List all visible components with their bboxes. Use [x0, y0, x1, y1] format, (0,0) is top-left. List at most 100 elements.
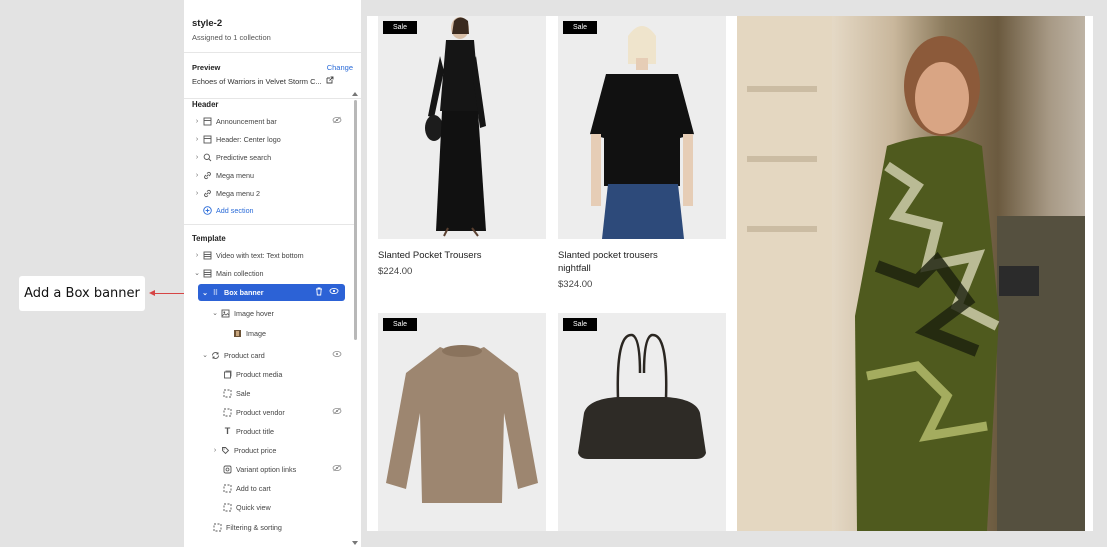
template-item-label: Quick view [236, 502, 271, 512]
template-item-sale[interactable]: Sale [184, 385, 354, 401]
eye-slash-icon[interactable] [332, 407, 342, 417]
callout-box: Add a Box banner [19, 276, 145, 311]
header-item-label: Header: Center logo [216, 134, 281, 144]
template-item-product-card[interactable]: ⌄ Product card [184, 347, 354, 363]
header-item-announcement-bar[interactable]: › Announcement bar [184, 113, 354, 129]
refresh-icon [210, 350, 221, 361]
chevron-right-icon[interactable]: › [192, 154, 202, 161]
chevron-down-icon[interactable]: ⌄ [210, 309, 220, 317]
leather-bag-image [578, 333, 706, 459]
preview-label: Preview [192, 63, 221, 72]
product-title[interactable]: Slanted Pocket Trousers [378, 249, 546, 262]
template-item-main-collection[interactable]: ⌄ Main collection [184, 265, 354, 281]
sale-badge: Sale [383, 21, 418, 34]
chevron-right-icon[interactable]: › [192, 190, 202, 197]
section-icon [202, 250, 213, 261]
product-card-image[interactable]: Sale [378, 313, 546, 531]
knit-sweater-image [386, 345, 538, 503]
header-item-label: Mega menu 2 [216, 188, 260, 198]
dashed-block-icon [222, 483, 233, 494]
chevron-down-icon[interactable]: ⌄ [192, 269, 202, 277]
header-item-label: Announcement bar [216, 116, 277, 126]
link-icon [202, 188, 213, 199]
template-item-quick-view[interactable]: Quick view [184, 499, 354, 515]
template-item-label: Product title [236, 426, 274, 436]
image-block-icon [220, 308, 231, 319]
eye-slash-icon[interactable] [332, 116, 342, 126]
template-item-label: Filtering & sorting [226, 522, 282, 532]
template-item-product-title[interactable]: T Product title [184, 423, 354, 439]
image-thumbnail-icon [232, 328, 243, 339]
template-item-label: Box banner [224, 288, 264, 297]
scroll-down-arrow-icon[interactable] [352, 541, 358, 545]
header-item-header-center-logo[interactable]: › Header: Center logo [184, 131, 354, 147]
template-item-label: Add to cart [236, 483, 271, 493]
chevron-right-icon[interactable]: › [192, 118, 202, 125]
product-price: $324.00 [558, 279, 593, 290]
product-price: $224.00 [378, 266, 413, 277]
sale-badge: Sale [383, 318, 418, 331]
add-section-button[interactable]: Add section [184, 202, 354, 218]
preview-change-link[interactable]: Change [327, 63, 353, 72]
storefront-preview: Sale Slanted Pocket Trousers $224.00 Sal… [367, 16, 1093, 531]
header-item-mega-menu-2[interactable]: › Mega menu 2 [184, 185, 354, 201]
model-black-outfit-image [425, 17, 486, 237]
header-section-heading: Header [192, 100, 219, 109]
trash-icon[interactable] [315, 287, 323, 298]
template-item-label: Variant option links [236, 464, 297, 474]
product-card-image[interactable]: Sale [558, 16, 726, 239]
dashed-block-icon [222, 388, 233, 399]
template-item-box-banner[interactable]: ⌄ ⠿ Box banner [198, 284, 345, 301]
chevron-right-icon[interactable]: › [192, 252, 202, 259]
chevron-right-icon[interactable]: › [192, 136, 202, 143]
dashed-block-icon [222, 502, 233, 513]
template-item-label: Main collection [216, 268, 264, 278]
media-icon [222, 369, 233, 380]
template-item-filtering-sorting[interactable]: Filtering & sorting [184, 519, 354, 535]
template-item-product-price[interactable]: › Product price [184, 442, 354, 458]
template-item-product-media[interactable]: Product media [184, 366, 354, 382]
template-item-label: Product card [224, 350, 265, 360]
header-item-label: Predictive search [216, 152, 272, 162]
template-item-label: Sale [236, 388, 251, 398]
hero-banner-image[interactable] [737, 16, 1085, 531]
chevron-down-icon[interactable]: ⌄ [200, 289, 210, 297]
header-item-mega-menu[interactable]: › Mega menu [184, 167, 354, 183]
template-item-label: Video with text: Text bottom [216, 250, 304, 260]
sidebar-scrollbar-thumb[interactable] [354, 100, 357, 340]
template-section-heading: Template [192, 234, 226, 243]
template-item-variant-option-links[interactable]: Variant option links [184, 461, 354, 477]
link-icon [202, 170, 213, 181]
template-item-add-to-cart[interactable]: Add to cart [184, 480, 354, 496]
text-icon: T [224, 426, 231, 436]
eye-icon[interactable] [332, 350, 342, 360]
sale-badge: Sale [563, 21, 598, 34]
template-title: style-2 [192, 18, 223, 29]
search-icon [202, 152, 213, 163]
section-icon [202, 134, 213, 145]
scroll-up-arrow-icon[interactable] [352, 92, 358, 96]
product-card-image[interactable]: Sale [378, 16, 546, 239]
header-item-predictive-search[interactable]: › Predictive search [184, 149, 354, 165]
template-item-label: Product media [236, 369, 283, 379]
template-subtitle: Assigned to 1 collection [192, 33, 271, 42]
sale-badge: Sale [563, 318, 598, 331]
section-icon [202, 268, 213, 279]
template-item-video-with-text[interactable]: › Video with text: Text bottom [184, 247, 354, 263]
product-card-image[interactable]: Sale [558, 313, 726, 531]
eye-slash-icon[interactable] [332, 464, 342, 474]
eye-icon[interactable] [329, 287, 339, 298]
template-item-image[interactable]: Image [184, 325, 354, 341]
template-item-image-hover[interactable]: ⌄ Image hover [184, 305, 354, 321]
add-section-label: Add section [216, 205, 254, 215]
template-item-product-vendor[interactable]: Product vendor [184, 404, 354, 420]
template-item-label: Image hover [234, 308, 274, 318]
callout-text: Add a Box banner [24, 286, 140, 301]
external-link-icon[interactable] [326, 76, 334, 86]
chevron-right-icon[interactable]: › [192, 172, 202, 179]
dashed-block-icon [212, 522, 223, 533]
chevron-right-icon[interactable]: › [210, 447, 220, 454]
chevron-down-icon[interactable]: ⌄ [200, 351, 210, 359]
product-title[interactable]: Slanted pocket trousers nightfall [558, 249, 668, 275]
drag-handle-icon[interactable]: ⠿ [210, 287, 221, 298]
